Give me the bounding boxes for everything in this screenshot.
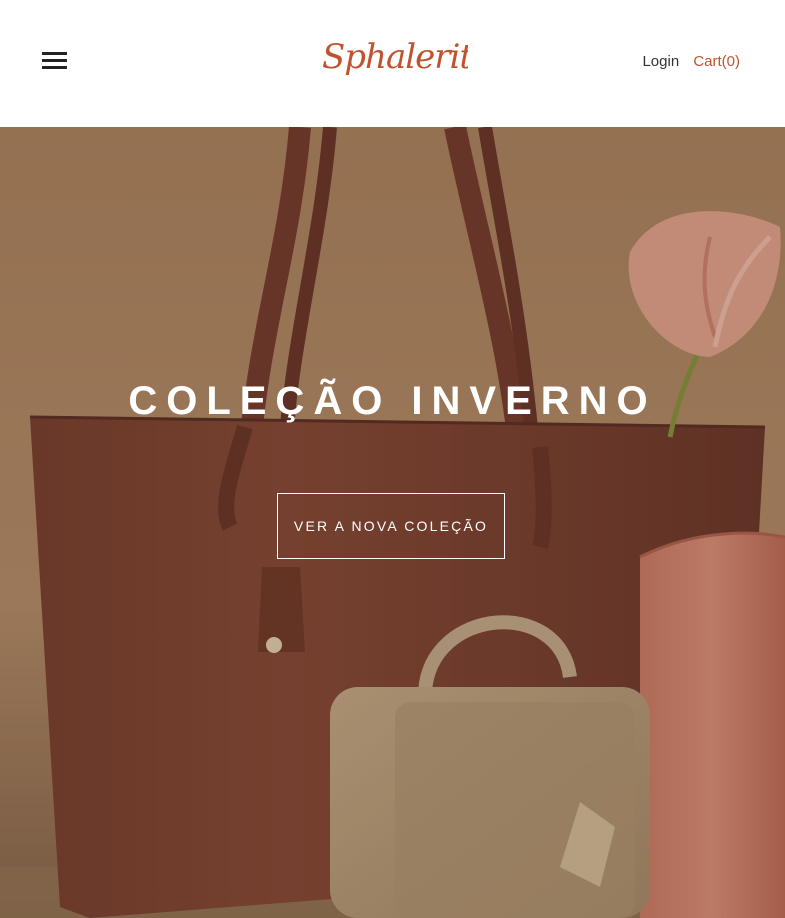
brand-logo[interactable]: Sphalerite. <box>318 28 502 88</box>
cart-link[interactable]: Cart(0) <box>693 53 740 70</box>
login-link[interactable]: Login <box>642 53 679 70</box>
shop-new-collection-button[interactable]: VER A NOVA COLEÇÃO <box>277 493 505 559</box>
hamburger-menu-icon[interactable] <box>38 46 70 76</box>
hero-title: COLEÇÃO INVERNO <box>128 379 657 423</box>
header-nav: Login Cart(0) <box>632 53 740 70</box>
hero-banner: COLEÇÃO INVERNO VER A NOVA COLEÇÃO <box>0 127 785 918</box>
site-header: Sphalerite. Login Cart(0) <box>0 0 785 127</box>
brand-logo-text: Sphalerite. <box>322 37 468 77</box>
